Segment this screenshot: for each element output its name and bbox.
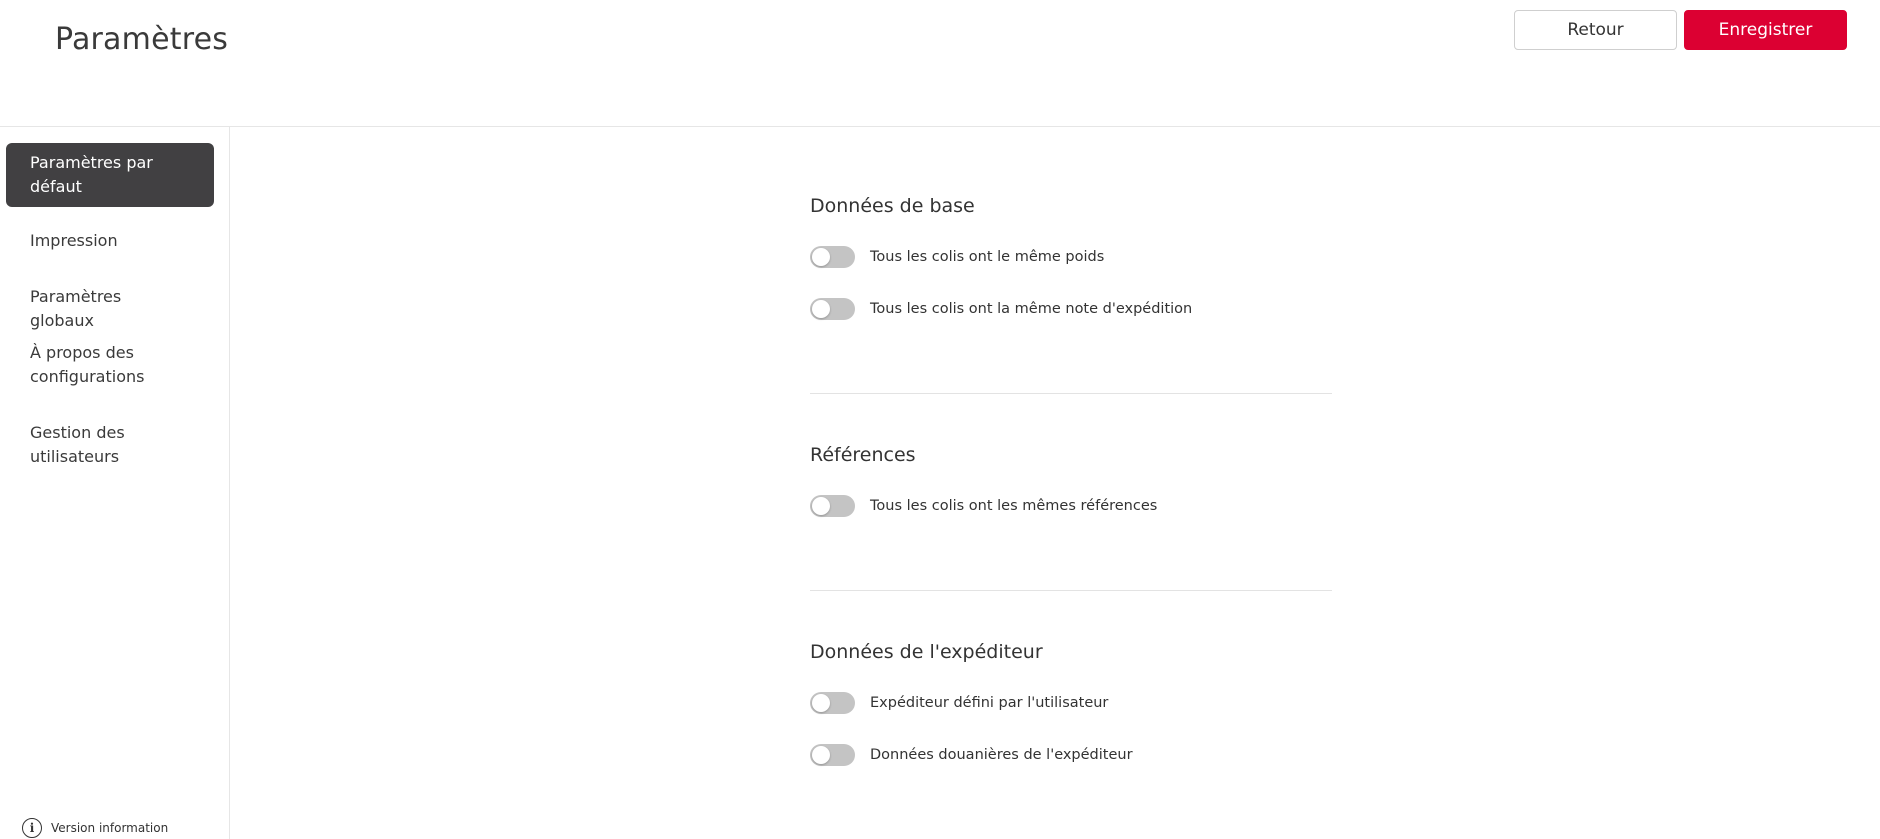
- section-divider: [810, 590, 1332, 591]
- sender-customs-data-toggle[interactable]: [810, 744, 855, 766]
- sidebar-item-user-management[interactable]: Gestion des utilisateurs: [6, 421, 214, 469]
- toggle-row: Tous les colis ont la même note d'expédi…: [810, 298, 1192, 320]
- back-button[interactable]: Retour: [1514, 10, 1677, 50]
- save-button[interactable]: Enregistrer: [1684, 10, 1847, 50]
- sidebar-item-printing[interactable]: Impression: [6, 229, 214, 253]
- toggle-row: Tous les colis ont les mêmes références: [810, 495, 1157, 517]
- sidebar: Paramètres par défaut Impression Paramèt…: [0, 127, 230, 839]
- section-title-references: Références: [810, 444, 916, 466]
- same-shipping-note-toggle[interactable]: [810, 298, 855, 320]
- section-divider: [810, 393, 1332, 394]
- sidebar-item-default-settings[interactable]: Paramètres par défaut: [6, 143, 214, 207]
- toggle-label: Tous les colis ont les mêmes références: [870, 498, 1158, 514]
- toggle-row: Données douanières de l'expéditeur: [810, 744, 1133, 766]
- user-defined-sender-toggle[interactable]: [810, 692, 855, 714]
- toggle-label: Expéditeur défini par l'utilisateur: [870, 695, 1109, 711]
- toggle-label: Tous les colis ont la même note d'expédi…: [870, 301, 1193, 317]
- toggle-label: Données douanières de l'expéditeur: [870, 747, 1133, 763]
- header: Paramètres Retour Enregistrer: [0, 0, 1880, 127]
- toggle-row: Tous les colis ont le même poids: [810, 246, 1104, 268]
- info-circle-icon: i: [22, 818, 42, 838]
- toggle-row: Expéditeur défini par l'utilisateur: [810, 692, 1108, 714]
- version-information-label: Version information: [51, 821, 169, 835]
- same-references-toggle[interactable]: [810, 495, 855, 517]
- section-title-base-data: Données de base: [810, 195, 975, 217]
- same-weight-toggle[interactable]: [810, 246, 855, 268]
- sidebar-item-global-settings[interactable]: Paramètres globaux: [6, 285, 214, 333]
- section-title-sender-data: Données de l'expéditeur: [810, 641, 1043, 663]
- version-information-link[interactable]: i Version information: [22, 818, 168, 838]
- toggle-label: Tous les colis ont le même poids: [870, 249, 1105, 265]
- sidebar-item-about-configurations[interactable]: À propos des configurations: [6, 341, 214, 389]
- page-title: Paramètres: [55, 22, 229, 57]
